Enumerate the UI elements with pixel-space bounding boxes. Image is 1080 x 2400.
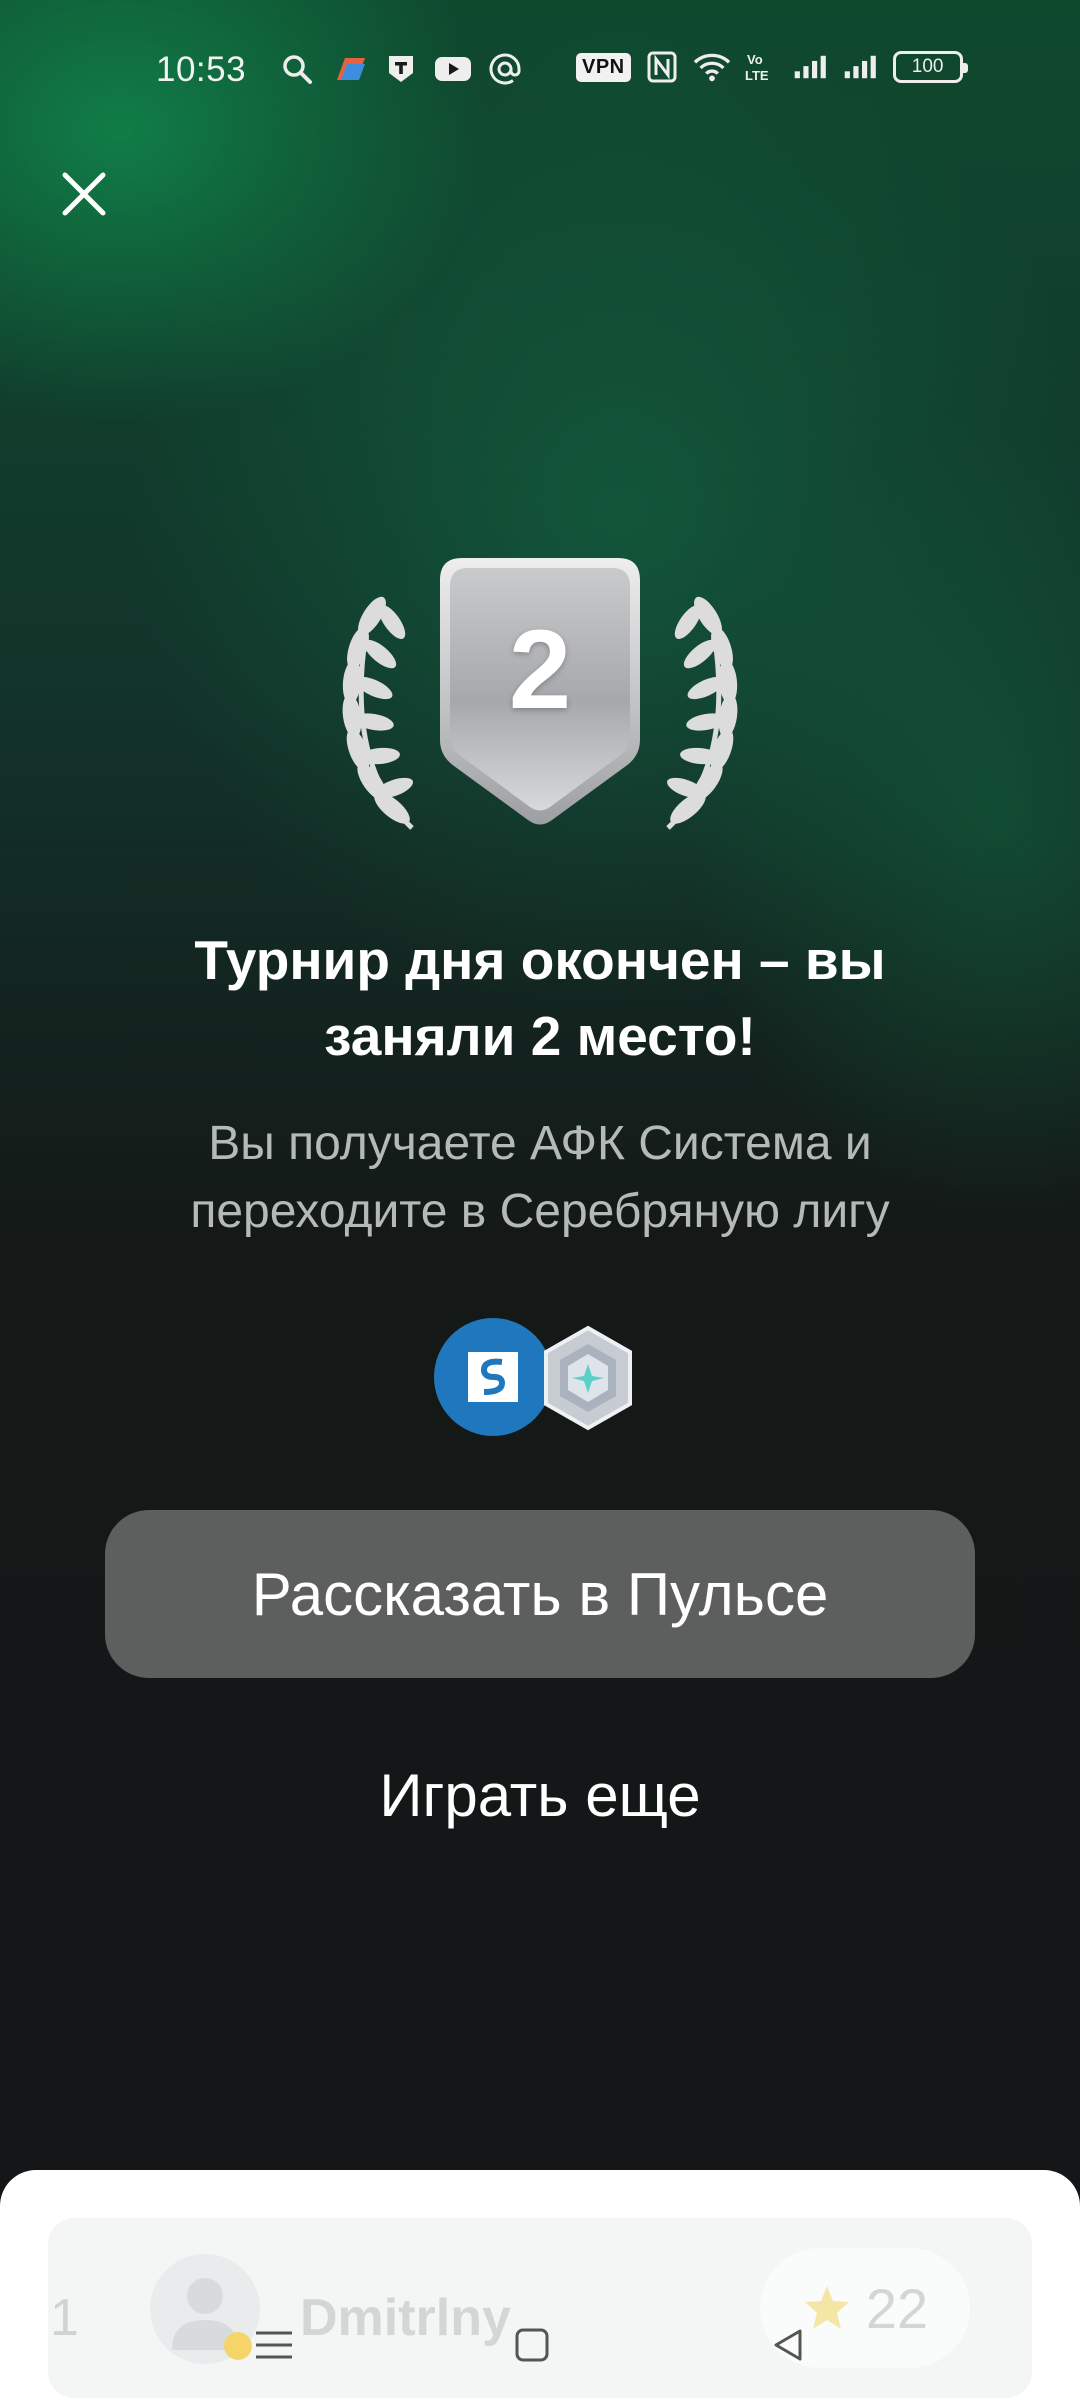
silver-league-icon xyxy=(544,1325,632,1431)
menu-icon xyxy=(256,2331,292,2359)
wifi-icon xyxy=(693,50,731,84)
result-title: Турнир дня окончен – вы заняли 2 место! xyxy=(194,929,886,1067)
back-icon xyxy=(774,2329,802,2361)
result-subtitle: Вы получаете АФК Система и переходите в … xyxy=(190,1117,890,1238)
search-icon xyxy=(278,52,316,86)
play-again-button[interactable]: Играть еще xyxy=(240,1745,840,1845)
nav-menu-button[interactable] xyxy=(234,2310,314,2380)
at-icon xyxy=(486,52,524,86)
system-nav-bar xyxy=(0,2280,1080,2400)
battery-indicator: 100 xyxy=(892,51,968,83)
t-icon xyxy=(382,52,420,86)
status-bar: 10:53 VPN Vo LTE 100 xyxy=(0,0,1080,140)
nfc-icon xyxy=(643,50,681,84)
laurel-right-icon xyxy=(666,596,738,830)
rewards-group xyxy=(434,1318,644,1438)
signal-icon xyxy=(843,50,881,84)
nav-back-button[interactable] xyxy=(748,2310,828,2380)
youtube-icon xyxy=(434,52,472,86)
status-system-icons: VPN Vo LTE 100 xyxy=(576,50,968,84)
vpn-badge: VPN xyxy=(576,52,631,82)
share-in-pulse-button[interactable]: Рассказать в Пульсе xyxy=(105,1510,975,1678)
svg-text:Vo: Vo xyxy=(747,52,763,67)
close-icon xyxy=(62,172,106,216)
status-time: 10:53 xyxy=(156,50,247,89)
nav-home-button[interactable] xyxy=(492,2310,572,2380)
volte-icon: Vo LTE xyxy=(743,50,781,84)
laurel-left-icon xyxy=(342,596,414,830)
close-button[interactable] xyxy=(48,158,120,230)
home-icon xyxy=(515,2328,549,2362)
afk-sistema-logo-icon xyxy=(434,1318,552,1436)
signal-icon xyxy=(793,50,831,84)
place-number: 2 xyxy=(508,607,572,732)
status-notification-icons xyxy=(278,52,524,86)
svg-text:LTE: LTE xyxy=(745,68,769,83)
app-icon xyxy=(330,52,368,86)
